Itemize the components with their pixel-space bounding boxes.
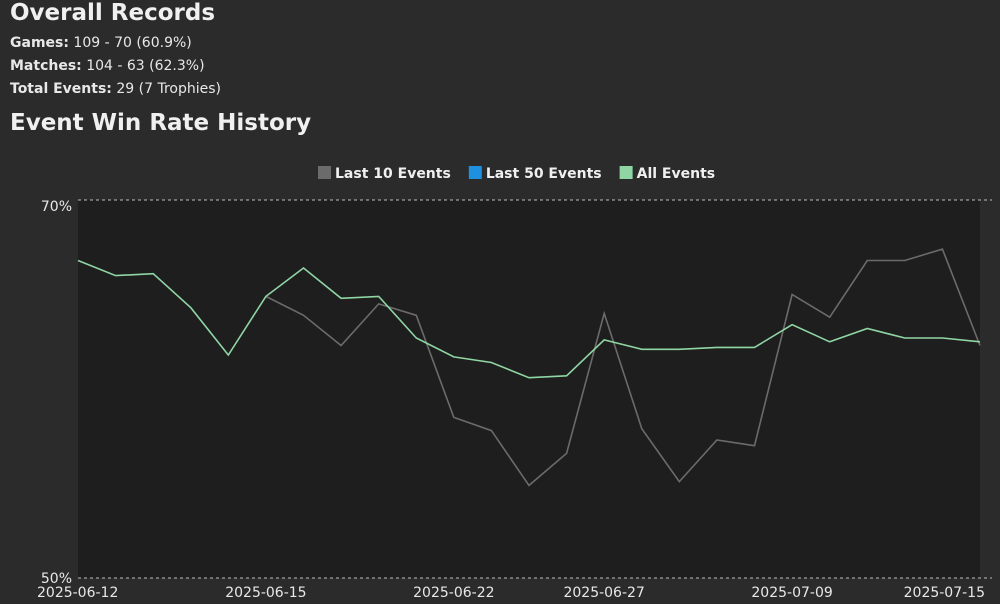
legend-swatch-last-10-events: [318, 166, 331, 179]
x-tick-label: 2025-07-09: [751, 585, 832, 601]
x-tick-label: 2025-07-15: [904, 585, 985, 601]
plot-area: [78, 200, 980, 578]
x-tick-label: 2025-06-22: [413, 585, 494, 601]
legend-label-all-events: All Events: [637, 166, 715, 182]
legend-swatch-last-50-events: [468, 166, 482, 179]
x-tick-label: 2025-06-27: [563, 585, 644, 601]
y-tick-label-70: 70%: [41, 199, 72, 215]
win-rate-chart: 70%50%2025-06-12 2025-06-15 2025-06-22 2025…: [37, 166, 992, 601]
x-tick-label: 2025-06-12: [37, 585, 118, 601]
x-tick-label: 2025-06-15: [225, 585, 306, 601]
legend-label-last-10-events: Last 10 Events: [335, 166, 451, 182]
legend-swatch-all-events: [619, 166, 633, 179]
legend-label-last-50-events: Last 50 Events: [486, 166, 602, 182]
